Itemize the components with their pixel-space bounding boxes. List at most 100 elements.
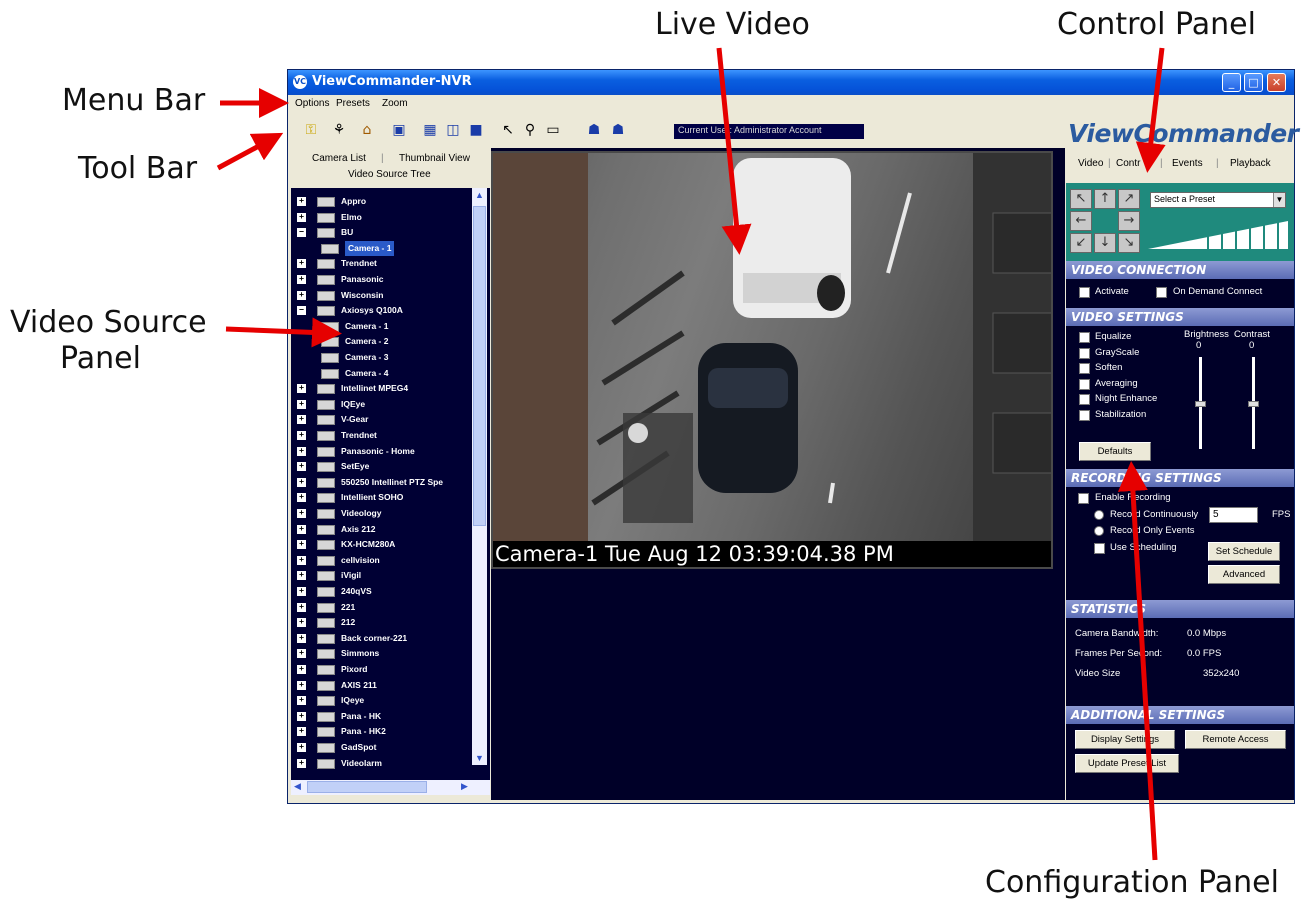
expand-icon[interactable]: + (297, 727, 306, 737)
tree-group-item[interactable]: + Wisconsin (297, 288, 469, 303)
quad-view-icon[interactable]: ◫ (443, 120, 463, 140)
tree-group-item[interactable]: + IQeye (297, 693, 469, 708)
preset-select[interactable]: Select a Preset ▼ (1150, 192, 1286, 208)
tree-camera-item[interactable]: Camera - 3 (321, 350, 469, 365)
expand-icon[interactable]: + (297, 462, 306, 472)
tree-group-item[interactable]: − Axiosys Q100A (297, 303, 469, 318)
tab-video-source-tree[interactable]: Video Source Tree (348, 169, 431, 180)
home-camera-icon[interactable]: ⌂ (357, 120, 377, 140)
set-schedule-button[interactable]: Set Schedule (1208, 542, 1280, 561)
tree-group-item[interactable]: + Elmo (297, 210, 469, 225)
expand-icon[interactable]: + (297, 711, 306, 721)
tab-control[interactable]: Contr (1116, 158, 1140, 169)
tree-group-item[interactable]: − BU (297, 225, 469, 240)
expand-icon[interactable]: + (297, 197, 306, 206)
grid-view-icon[interactable]: ▦ (420, 120, 440, 140)
tree-group-item[interactable]: + Appro (297, 194, 469, 209)
tree-camera-item[interactable]: Camera - 2 (321, 334, 469, 349)
expand-icon[interactable]: + (297, 275, 306, 284)
zoom-slider[interactable] (1148, 221, 1288, 249)
expand-icon[interactable]: + (297, 446, 306, 456)
scroll-down-icon[interactable]: ▼ (475, 753, 484, 763)
tree-group-item[interactable]: + Axis 212 (297, 522, 469, 537)
users-icon[interactable]: ☗ (608, 120, 628, 140)
title-bar[interactable]: VC ViewCommander-NVR _ □ ✕ (288, 70, 1294, 95)
tree-group-item[interactable]: + cellvision (297, 553, 469, 568)
display-settings-button[interactable]: Display Settings (1075, 730, 1175, 749)
key-icon[interactable]: ⚿ (301, 120, 321, 140)
zoom-icon[interactable]: ⚲ (520, 120, 540, 140)
on-demand-checkbox[interactable] (1156, 287, 1167, 298)
activate-checkbox[interactable] (1079, 287, 1090, 298)
tab-camera-list[interactable]: Camera List (312, 153, 366, 164)
remote-access-button[interactable]: Remote Access (1185, 730, 1286, 749)
tree-vertical-scrollbar[interactable]: ▲ ▼ (472, 188, 487, 765)
tree-group-item[interactable]: +221 (297, 600, 469, 615)
brightness-slider-knob[interactable] (1195, 401, 1206, 407)
expand-icon[interactable]: + (297, 555, 306, 565)
tree-group-item[interactable]: + AXIS 211 (297, 678, 469, 693)
pan-down-right-icon[interactable]: ↘ (1118, 233, 1140, 253)
defaults-button[interactable]: Defaults (1079, 442, 1151, 461)
tree-group-item[interactable]: + Pana - HK (297, 709, 469, 724)
tilt-down-icon[interactable]: ↓ (1094, 233, 1116, 253)
collapse-icon[interactable]: − (297, 228, 306, 238)
tree-group-item[interactable]: +212 (297, 615, 469, 630)
tree-group-item[interactable]: + GadSpot (297, 740, 469, 755)
tab-thumbnail-view[interactable]: Thumbnail View (399, 153, 470, 164)
expand-icon[interactable]: + (297, 259, 306, 269)
tree-group-item[interactable]: + Trendnet (297, 256, 469, 271)
tree-group-item[interactable]: + V-Gear (297, 412, 469, 427)
menu-options[interactable]: Options (295, 98, 329, 109)
user-icon[interactable]: ☗ (584, 120, 604, 140)
pan-up-left-icon[interactable]: ↖ (1070, 189, 1092, 209)
single-view-icon[interactable]: ■ (466, 120, 486, 140)
tree-group-item[interactable]: + Pana - HK2 (297, 724, 469, 739)
pan-up-right-icon[interactable]: ↗ (1118, 189, 1140, 209)
expand-icon[interactable]: + (297, 665, 306, 674)
network-icon[interactable]: ⚘ (329, 120, 349, 140)
tree-group-item[interactable]: + IQEye (297, 397, 469, 412)
collapse-icon[interactable]: − (297, 306, 306, 316)
tree-camera-item[interactable]: Camera - 1 (321, 319, 469, 334)
menu-presets[interactable]: Presets (336, 98, 370, 109)
scroll-left-icon[interactable]: ◀ (294, 781, 301, 792)
record-events-radio[interactable] (1094, 526, 1104, 536)
tree-group-item[interactable]: + Simmons (297, 646, 469, 661)
pointer-icon[interactable]: ↖ (498, 120, 518, 140)
tree-camera-item[interactable]: Camera - 4 (321, 366, 469, 381)
tree-group-item[interactable]: + Videolarm (297, 756, 469, 771)
scroll-up-icon[interactable]: ▲ (475, 190, 484, 200)
pan-right-icon[interactable]: → (1118, 211, 1140, 231)
minimize-icon[interactable]: _ (1222, 73, 1241, 92)
scroll-right-icon[interactable]: ▶ (461, 781, 468, 792)
pan-left-icon[interactable]: ← (1070, 211, 1092, 231)
video-setting-checkbox[interactable] (1079, 394, 1090, 406)
layout-toggle-icon[interactable]: ▣ (389, 120, 409, 140)
tree-group-item[interactable]: + Panasonic - Home (297, 444, 469, 459)
expand-icon[interactable]: + (297, 431, 306, 440)
expand-icon[interactable]: + (297, 493, 306, 503)
scroll-h-thumb[interactable] (307, 781, 427, 793)
live-video-area[interactable]: Camera-1 Tue Aug 12 03:39:04.38 PM (491, 148, 1065, 800)
expand-icon[interactable]: + (297, 680, 306, 690)
tree-group-item[interactable]: + Intellinet MPEG4 (297, 381, 469, 396)
tree-group-item[interactable]: + Back corner-221 (297, 631, 469, 646)
expand-icon[interactable]: + (297, 290, 306, 300)
update-preset-list-button[interactable]: Update Preset List (1075, 754, 1179, 773)
use-scheduling-checkbox[interactable] (1094, 543, 1105, 554)
snapshot-icon[interactable]: ▭ (543, 120, 563, 140)
expand-icon[interactable]: + (297, 696, 306, 706)
video-setting-checkbox[interactable] (1079, 332, 1090, 343)
tree-group-item[interactable]: + Pixord (297, 662, 469, 677)
contrast-slider-knob[interactable] (1248, 401, 1259, 407)
tree-group-item[interactable]: + Intellient SOHO (297, 490, 469, 505)
tree-group-item[interactable]: + iVigil (297, 568, 469, 583)
tab-events[interactable]: Events (1172, 158, 1203, 169)
expand-icon[interactable]: + (297, 384, 306, 394)
video-setting-checkbox[interactable] (1079, 363, 1090, 375)
video-setting-checkbox[interactable] (1079, 410, 1090, 421)
expand-icon[interactable]: + (297, 571, 306, 581)
tree-camera-item[interactable]: Camera - 1 (321, 240, 469, 256)
tree-group-item[interactable]: + KX-HCM280A (297, 537, 469, 552)
